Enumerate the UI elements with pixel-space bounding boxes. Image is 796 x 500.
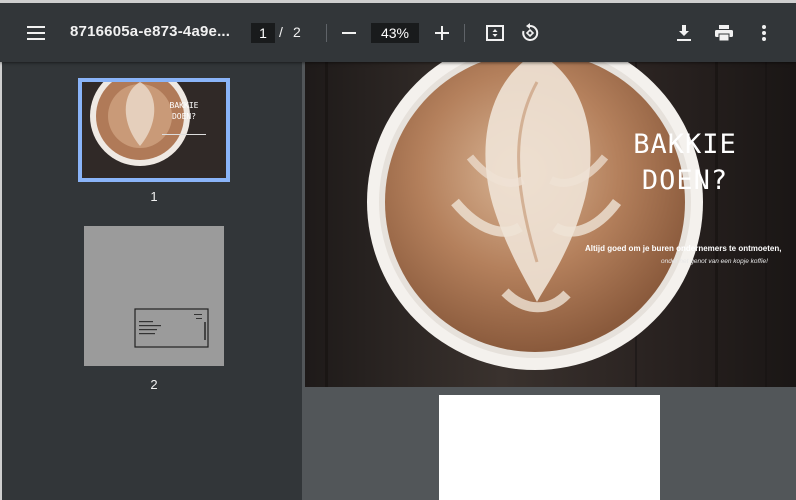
page-number-input[interactable]: 1 <box>251 23 275 43</box>
zoom-level-input[interactable]: 43% <box>371 23 419 43</box>
download-icon[interactable] <box>670 19 698 47</box>
envelope-thumbnail <box>134 308 209 348</box>
coffee-cup-photo <box>305 62 796 387</box>
more-vertical-icon[interactable] <box>750 19 778 47</box>
minus-icon[interactable] <box>335 19 363 47</box>
rotate-icon[interactable] <box>516 19 544 47</box>
document-viewer[interactable]: BAKKIE DOEN? Altijd goed om je buren ond… <box>302 62 796 500</box>
page-thumbnail-2[interactable] <box>84 226 224 366</box>
file-title: 8716605a-e873-4a9e... <box>70 23 231 40</box>
thumbnail-label-1: 1 <box>150 189 158 204</box>
thumbnail-label-2: 2 <box>150 377 158 392</box>
print-icon[interactable] <box>710 19 738 47</box>
hero-title-line2: DOEN? <box>641 165 729 196</box>
fit-to-page-icon[interactable] <box>481 19 509 47</box>
thumbnail-sidebar: BAKKIE DOEN? 1 2 <box>0 62 302 500</box>
pdf-toolbar: 8716605a-e873-4a9e... 1 / 2 43% <box>0 0 796 62</box>
svg-text:DOEN?: DOEN? <box>172 112 196 121</box>
hero-title-line1: BAKKIE <box>633 129 737 160</box>
hero-subtitle-italic: onder het genot van een kopje koffie! <box>661 258 768 265</box>
pdf-page-2 <box>439 395 660 500</box>
plus-icon[interactable] <box>428 19 456 47</box>
svg-text:BAKKIE: BAKKIE <box>170 101 199 110</box>
total-pages: 2 <box>293 24 301 40</box>
pdf-page-1: BAKKIE DOEN? Altijd goed om je buren ond… <box>305 62 796 387</box>
page-separator: / <box>279 24 283 40</box>
page-thumbnail-1[interactable]: BAKKIE DOEN? <box>78 78 230 182</box>
toolbar-divider <box>464 24 465 42</box>
hero-subtitle: Altijd goed om je buren ondernemers te o… <box>585 244 782 253</box>
hamburger-menu-icon[interactable] <box>22 19 50 47</box>
coffee-photo-thumbnail: BAKKIE DOEN? <box>82 82 226 178</box>
toolbar-divider <box>326 24 327 42</box>
